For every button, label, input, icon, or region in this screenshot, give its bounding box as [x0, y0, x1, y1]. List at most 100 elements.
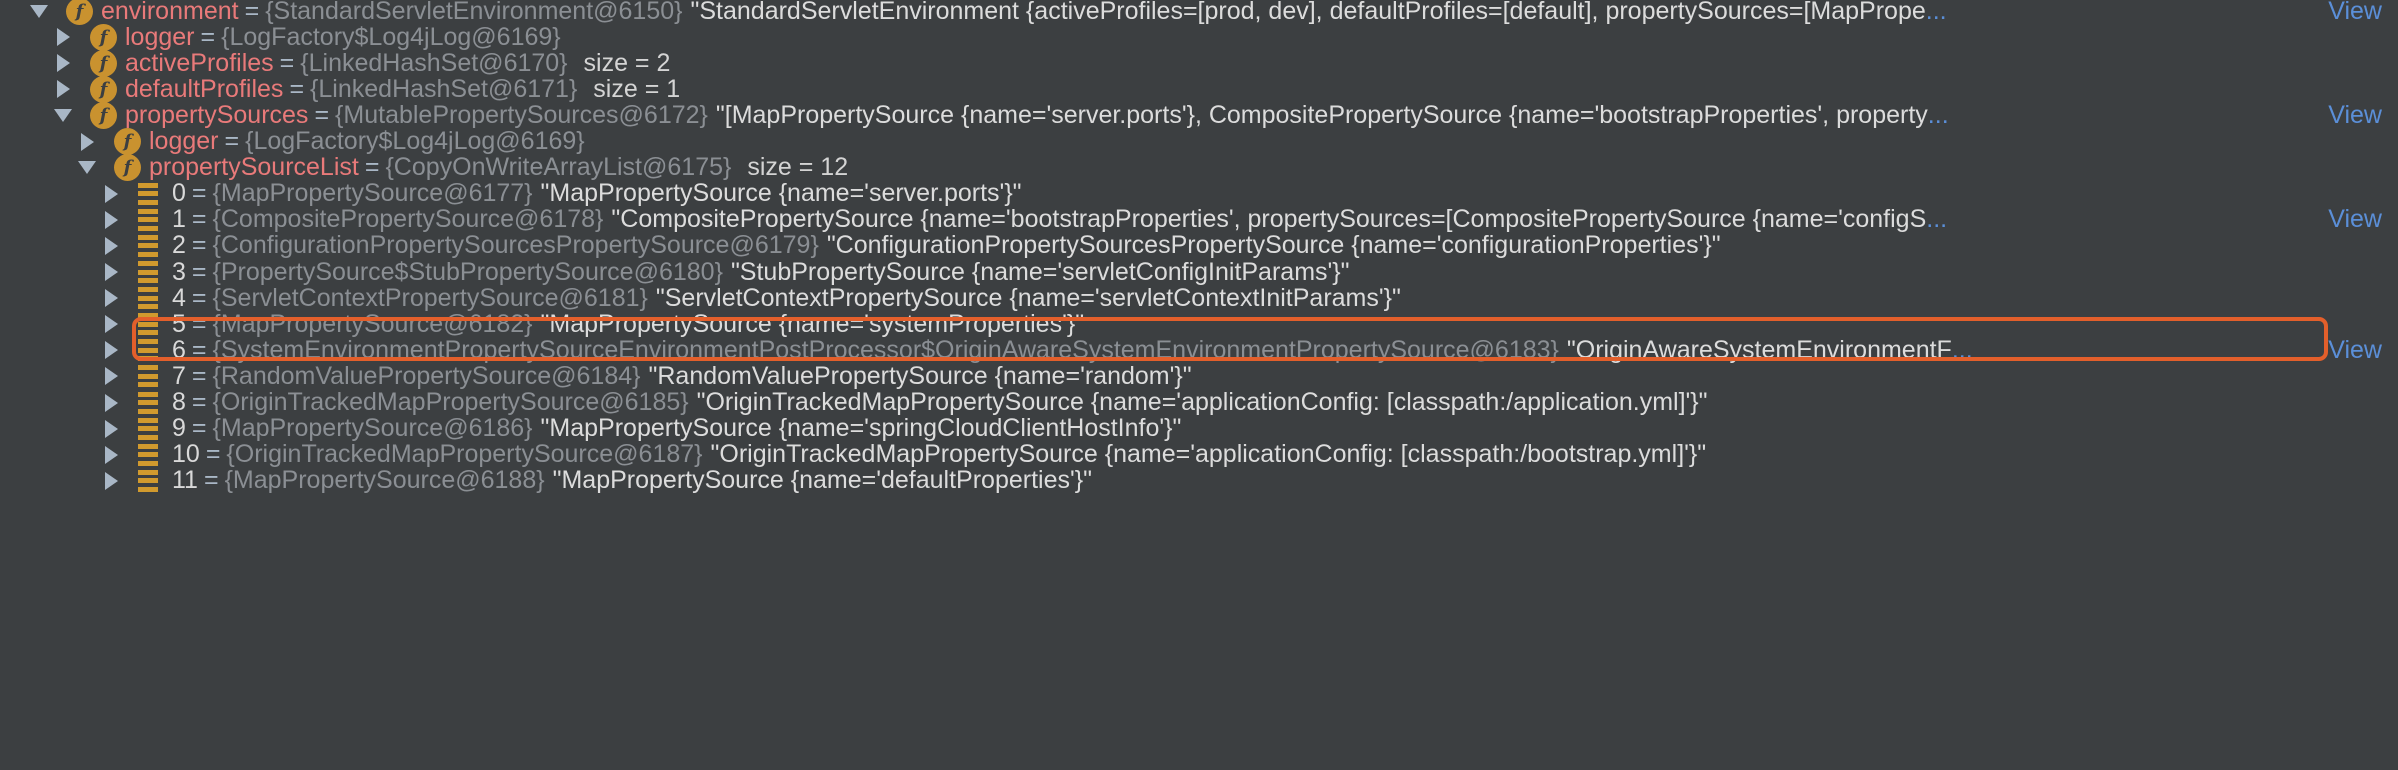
variable-type: {CopyOnWriteArrayList@6175} — [385, 153, 732, 182]
array-element-icon — [138, 234, 158, 257]
chevron-right-icon[interactable] — [105, 471, 118, 490]
variable-name: 3 — [172, 257, 186, 286]
tree-row[interactable]: f logger = {LogFactory$Log4jLog@6169} — [0, 22, 2398, 51]
chevron-right-icon[interactable] — [105, 236, 118, 255]
tree-row[interactable]: 8 = {OriginTrackedMapPropertySource@6185} "… — [0, 388, 2398, 416]
variable-name: defaultProfiles — [125, 74, 284, 103]
tree-row[interactable]: f defaultProfiles = {LinkedHashSet@6171} siz… — [0, 74, 2398, 103]
tree-row[interactable]: 10 = {OriginTrackedMapPropertySource@6187}… — [0, 440, 2398, 469]
variable-value: "OriginTrackedMapPropertySource {name='a… — [710, 440, 1707, 469]
variable-type: {MapPropertySource@6182} — [212, 309, 533, 338]
equals-sign: = — [224, 127, 240, 155]
field-f-icon: f — [90, 23, 117, 51]
variable-name: 1 — [172, 205, 186, 234]
tree-row[interactable]: 0 = {MapPropertySource@6177} "MapPropertySo… — [0, 179, 2398, 208]
tree-row[interactable]: 1 = {CompositePropertySource@6178} "Composi… — [0, 205, 2398, 235]
array-element-icon — [138, 417, 158, 440]
array-element-icon — [138, 469, 158, 492]
variable-name: 2 — [172, 231, 186, 260]
equals-sign: = — [279, 48, 295, 77]
field-f-icon: f — [66, 0, 93, 25]
chevron-down-icon[interactable] — [54, 108, 72, 122]
chevron-right-icon[interactable] — [105, 210, 118, 229]
chevron-right-icon[interactable] — [105, 263, 118, 281]
variable-type: {LinkedHashSet@6170} — [300, 48, 568, 77]
equals-sign: = — [191, 283, 207, 312]
value-ellipsis: ... — [1927, 100, 1949, 129]
variable-value: "[MapPropertySource {name='server.ports'… — [715, 100, 1928, 129]
tree-row[interactable]: f propertySources = {MutablePropertySources… — [0, 100, 2398, 130]
tree-row[interactable]: f logger = {LogFactory$Log4jLog@6169} — [0, 127, 2398, 155]
equals-sign: = — [364, 153, 380, 182]
chevron-right-icon[interactable] — [105, 393, 118, 412]
tree-row[interactable]: 3 = {PropertySource$StubPropertySource@618… — [0, 257, 2398, 286]
view-link[interactable]: View — [2324, 0, 2382, 26]
view-link[interactable]: View — [2324, 205, 2382, 235]
variable-value: "StandardServletEnvironment {activeProfi… — [690, 0, 1926, 25]
tree-row[interactable]: 5 = {MapPropertySource@6182} "MapPropertySo… — [0, 309, 2398, 338]
view-link[interactable]: View — [2324, 100, 2382, 130]
tree-row[interactable]: f environment = {StandardServletEnvironment… — [0, 0, 2398, 26]
variable-name: 7 — [172, 361, 186, 390]
view-link[interactable]: View — [2324, 335, 2382, 365]
chevron-right-icon[interactable] — [105, 419, 118, 438]
variable-type: {OriginTrackedMapPropertySource@6185} — [212, 388, 689, 416]
chevron-right-icon[interactable] — [81, 132, 94, 151]
variable-type: {CompositePropertySource@6178} — [212, 205, 604, 234]
array-element-icon — [138, 365, 158, 388]
variable-value: "OriginAwareSystemEnvironmentF — [1566, 335, 1952, 364]
variable-name: 10 — [172, 440, 200, 469]
variable-value: "OriginTrackedMapPropertySource {name='a… — [696, 388, 1708, 416]
equals-sign: = — [191, 231, 207, 260]
variable-name: propertySourceList — [149, 153, 359, 182]
variable-value: "RandomValuePropertySource {name='random… — [648, 361, 1192, 390]
equals-sign: = — [289, 74, 305, 103]
equals-sign: = — [200, 22, 216, 51]
variable-value: "ServletContextPropertySource {name='ser… — [655, 283, 1401, 312]
variable-value: "MapPropertySource {name='server.ports'}… — [540, 179, 1022, 208]
tree-row[interactable]: 9 = {MapPropertySource@6186} "MapPropertySo… — [0, 414, 2398, 443]
variable-type: {MapPropertySource@6177} — [212, 179, 533, 208]
collection-size: size = 2 — [583, 48, 671, 77]
tree-row[interactable]: 4 = {ServletContextPropertySource@6181} "Se… — [0, 283, 2398, 312]
collection-size: size = 1 — [593, 74, 681, 103]
variable-type: {LogFactory$Log4jLog@6169} — [221, 22, 561, 51]
variable-type: {SystemEnvironmentPropertySourceEnvironm… — [212, 335, 1559, 364]
variable-name: propertySources — [125, 100, 309, 129]
tree-row[interactable]: 7 = {RandomValuePropertySource@6184} "Rando… — [0, 361, 2398, 390]
chevron-right-icon[interactable] — [57, 54, 70, 73]
tree-row[interactable]: 11 = {MapPropertySource@6188} "MapPropertyS… — [0, 466, 2398, 495]
variable-type: {RandomValuePropertySource@6184} — [212, 361, 641, 390]
array-element-icon — [138, 208, 158, 231]
array-element-icon — [138, 391, 158, 414]
variable-value: "MapPropertySource {name='defaultPropert… — [552, 466, 1092, 495]
variable-type: {LogFactory$Log4jLog@6169} — [245, 127, 585, 155]
field-f-icon: f — [90, 75, 117, 103]
equals-sign: = — [191, 414, 207, 443]
chevron-right-icon[interactable] — [105, 341, 118, 360]
chevron-right-icon[interactable] — [105, 445, 118, 464]
tree-row[interactable]: f activeProfiles = {LinkedHashSet@6170} size… — [0, 48, 2398, 77]
equals-sign: = — [191, 388, 207, 416]
tree-row[interactable]: 2 = {ConfigurationPropertySourcesPropertyS… — [0, 231, 2398, 260]
equals-sign: = — [191, 205, 207, 234]
chevron-right-icon[interactable] — [105, 289, 118, 308]
array-element-icon — [138, 287, 158, 310]
tree-row[interactable]: f propertySourceList = {CopyOnWriteArrayLis… — [0, 153, 2398, 182]
variable-name: 8 — [172, 388, 186, 416]
chevron-right-icon[interactable] — [57, 80, 70, 99]
variable-type: {MapPropertySource@6186} — [212, 414, 533, 443]
variable-value: "CompositePropertySource {name='bootstra… — [611, 205, 1927, 234]
chevron-right-icon[interactable] — [105, 315, 118, 334]
chevron-down-icon[interactable] — [30, 4, 48, 18]
chevron-right-icon[interactable] — [105, 367, 118, 386]
field-f-icon: f — [90, 49, 117, 77]
field-f-icon: f — [114, 154, 141, 182]
chevron-right-icon[interactable] — [57, 28, 70, 47]
chevron-right-icon[interactable] — [105, 184, 118, 203]
collection-size: size = 12 — [747, 153, 849, 182]
tree-row[interactable]: 6 = {SystemEnvironmentPropertySourceEnviro… — [0, 335, 2398, 365]
array-element-icon — [138, 261, 158, 283]
chevron-down-icon[interactable] — [78, 161, 96, 175]
variable-value: "MapPropertySource {name='systemProperti… — [540, 309, 1085, 338]
